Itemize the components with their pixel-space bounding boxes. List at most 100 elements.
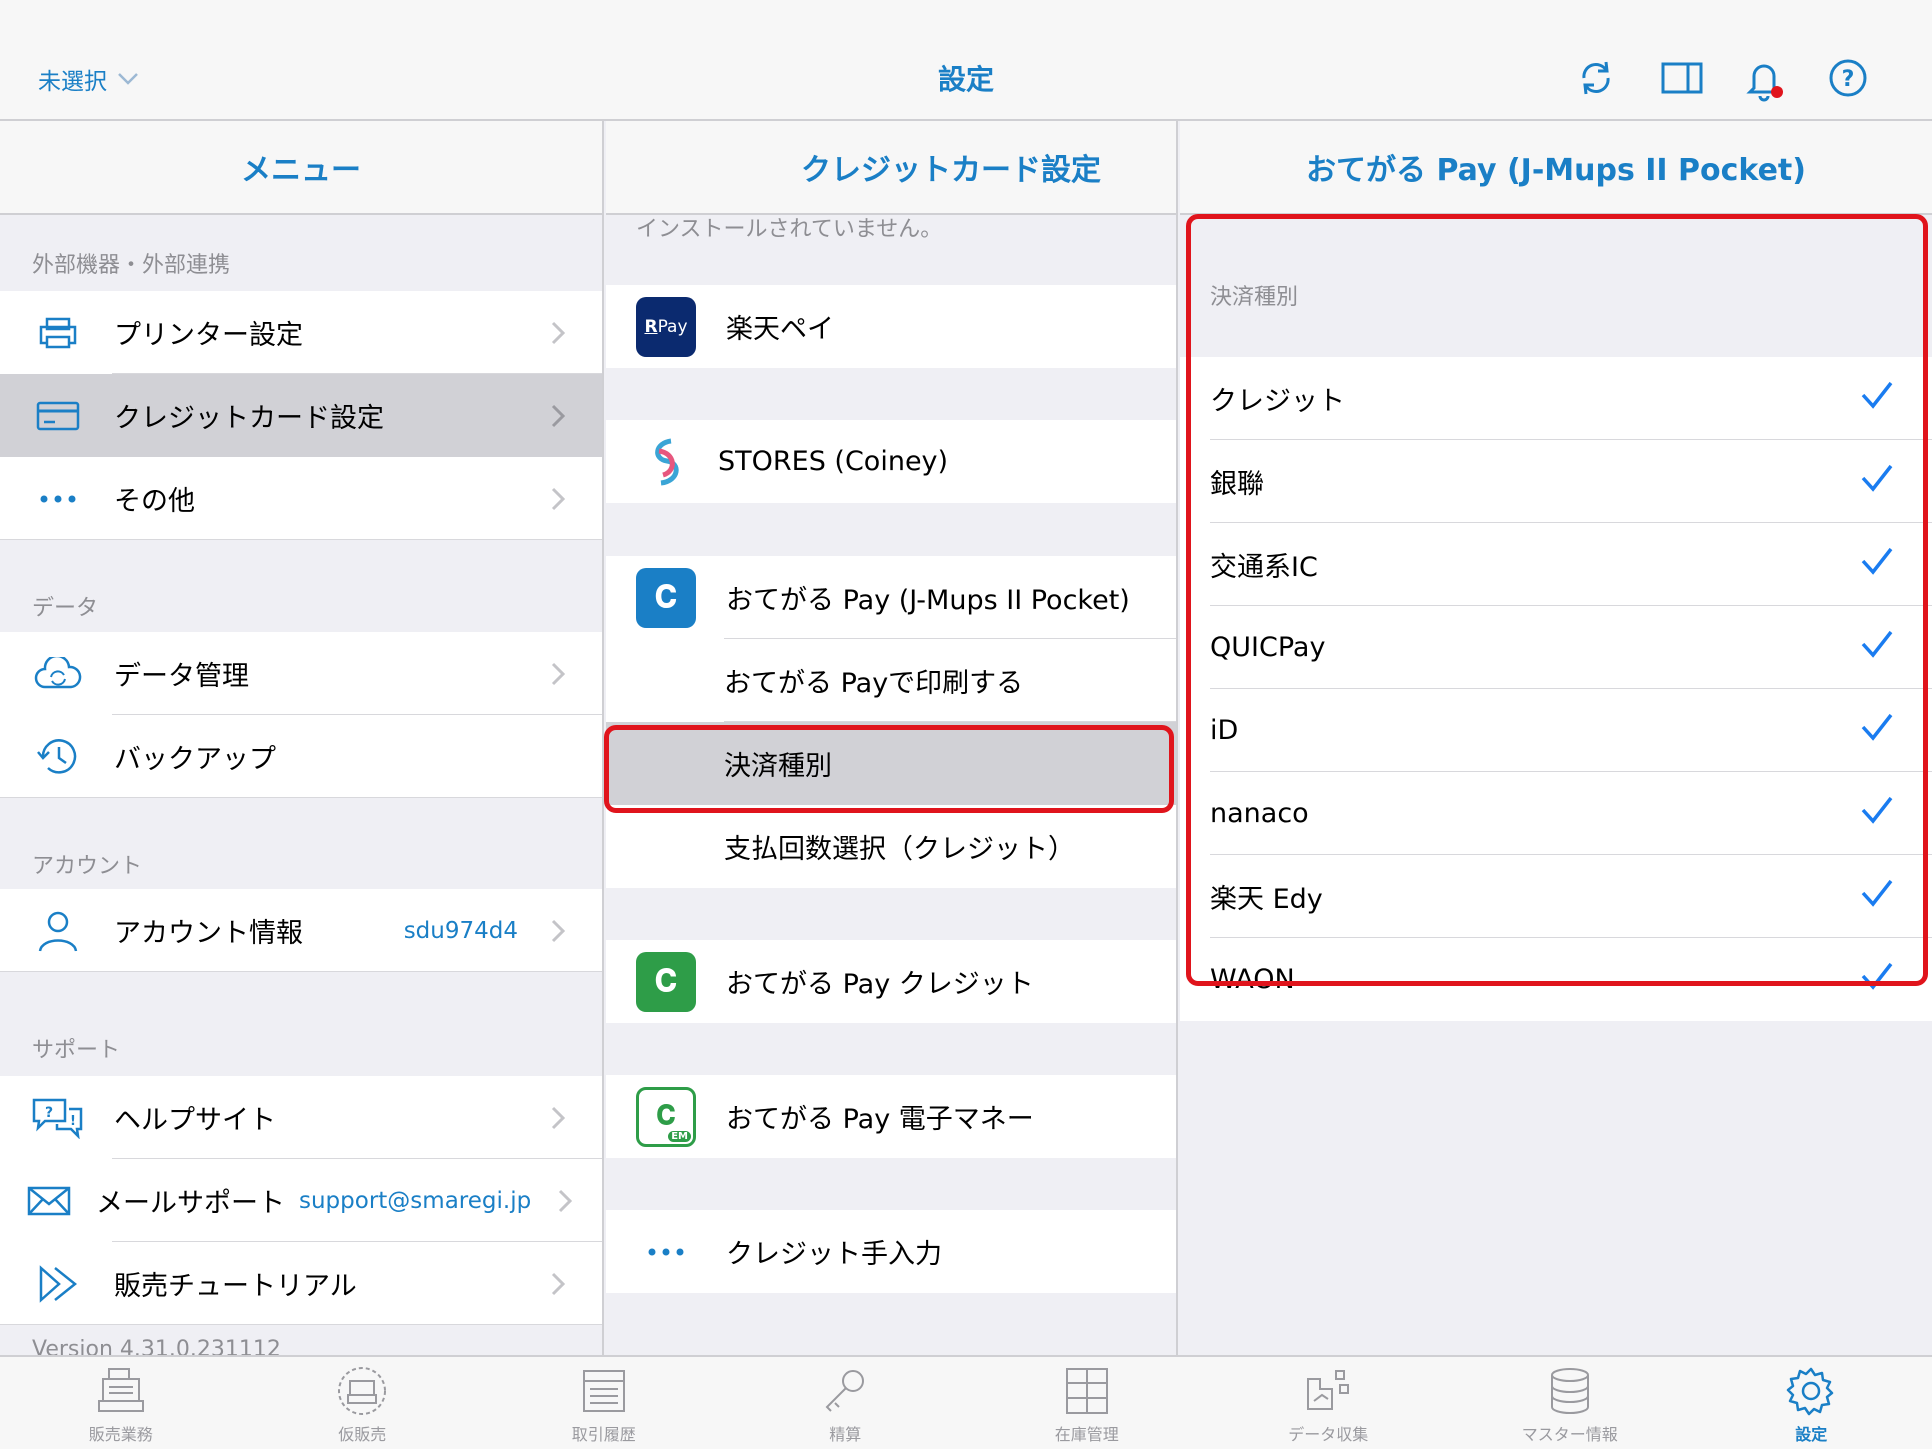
menu-item-other[interactable]: その他 [0, 457, 602, 540]
chevron-right-icon [538, 321, 578, 345]
manual-credit-label: クレジット手入力 [726, 1239, 942, 1270]
version-text: Version 4.31.0.231112 [32, 1337, 281, 1355]
tab-temp-sale[interactable]: 仮販売 [242, 1357, 484, 1449]
menu-item-label: 販売チュートリアル [114, 1271, 357, 1302]
cloud-sync-icon [26, 656, 90, 691]
chevron-right-icon [538, 404, 578, 428]
menu-item-mail-support[interactable]: メールサポート support@smaregi.jp [0, 1159, 602, 1242]
tab-inventory[interactable]: 在庫管理 [966, 1357, 1208, 1449]
tab-label: 設定 [1795, 1425, 1828, 1444]
menu-item-label: メールサポート [96, 1188, 285, 1219]
tab-data-collect[interactable]: データ収集 [1208, 1357, 1450, 1449]
printer-icon [26, 315, 90, 351]
rakuten-pay-label: 楽天ペイ [726, 314, 834, 345]
otegaru-print-item[interactable]: おてがる Payで印刷する [606, 639, 1176, 722]
database-icon [1550, 1368, 1589, 1414]
split-view-icon[interactable] [1660, 58, 1703, 98]
chevron-right-icon [538, 1272, 578, 1296]
tab-settings[interactable]: 設定 [1691, 1357, 1932, 1449]
manual-credit-item[interactable]: クレジット手入力 [606, 1210, 1176, 1293]
help-chat-icon: ?! [26, 1097, 90, 1139]
otegaru-emoney-label: おてがる Pay 電子マネー [726, 1104, 1034, 1135]
tab-label: 販売業務 [88, 1425, 153, 1444]
nav-bar: 未選択 設定 ? [0, 0, 1932, 121]
rakuten-pay-item[interactable]: R Pay 楽天ペイ [606, 285, 1176, 368]
tab-label: データ収集 [1288, 1425, 1369, 1444]
section-title: 外部機器・外部連携 [32, 253, 231, 278]
inventory-icon [1065, 1368, 1108, 1414]
history-icon [26, 734, 90, 780]
chevron-right-icon [538, 662, 578, 686]
data-collect-icon [1307, 1370, 1350, 1410]
svg-text:?: ? [45, 1105, 53, 1121]
stores-icon [636, 432, 696, 492]
otegaru-pay-icon: 𝐂 [636, 567, 696, 628]
more-icon [26, 494, 90, 504]
svg-text:?: ? [1842, 67, 1855, 92]
stores-item[interactable]: STORES (Coiney) [606, 420, 1176, 503]
tab-master-info[interactable]: マスター情報 [1449, 1357, 1691, 1449]
installments-label: 支払回数選択（クレジット） [724, 834, 1075, 865]
support-email[interactable]: support@smaregi.jp [299, 1188, 531, 1214]
menu-item-credit-card[interactable]: クレジットカード設定 [0, 374, 602, 457]
menu-item-printer[interactable]: プリンター設定 [0, 291, 602, 374]
tab-sales[interactable]: 販売業務 [0, 1357, 242, 1449]
highlight-box [604, 725, 1174, 813]
refresh-icon[interactable] [1576, 58, 1616, 98]
tab-bar: 販売業務 仮販売 取引履歴 精算 在庫管理 データ収集 マスター情報 設定 [0, 1355, 1932, 1449]
tab-label: 仮販売 [338, 1425, 387, 1444]
chevron-right-icon [538, 1106, 578, 1130]
not-installed-note: インストールされていません。 [636, 217, 943, 242]
menu-item-help-site[interactable]: ?! ヘルプサイト [0, 1076, 602, 1159]
bell-icon[interactable] [1744, 58, 1784, 102]
chevron-right-icon [551, 1189, 578, 1213]
register-icon [97, 1368, 144, 1412]
key-icon [825, 1370, 865, 1412]
account-id: sdu974d4 [403, 917, 518, 944]
installments-item[interactable]: 支払回数選択（クレジット） [606, 805, 1176, 888]
tab-label: 精算 [829, 1425, 862, 1444]
otegaru-credit-item[interactable]: 𝐂 おてがる Pay クレジット [606, 940, 1176, 1023]
credit-settings-header: クレジットカード設定 [606, 121, 1176, 215]
more-icon [636, 1222, 696, 1282]
temp-sale-icon [338, 1367, 387, 1415]
tab-settlement[interactable]: 精算 [725, 1357, 967, 1449]
menu-item-label: バックアップ [114, 744, 276, 775]
person-icon [26, 909, 90, 953]
section-title: アカウント [32, 854, 143, 879]
menu-item-label: ヘルプサイト [114, 1105, 276, 1136]
mail-icon [26, 1185, 72, 1217]
help-icon[interactable]: ? [1828, 58, 1868, 98]
menu-item-label: アカウント情報 [114, 918, 303, 949]
otegaru-emoney-item[interactable]: 𝐂 EM おてがる Pay 電子マネー [606, 1075, 1176, 1158]
menu-item-tutorial[interactable]: 販売チュートリアル [0, 1242, 602, 1325]
otegaru-jmups-item[interactable]: 𝐂 おてがる Pay (J-Mups II Pocket) [606, 556, 1176, 639]
menu-item-data-management[interactable]: データ管理 [0, 632, 602, 715]
highlight-box [1186, 214, 1928, 986]
menu-item-label: データ管理 [114, 661, 249, 692]
gear-icon [1787, 1367, 1834, 1416]
tab-label: 在庫管理 [1054, 1425, 1119, 1444]
menu-item-label: プリンター設定 [114, 320, 303, 351]
chevron-right-icon [538, 487, 578, 511]
tab-label: 取引履歴 [571, 1425, 636, 1444]
credit-card-icon [26, 400, 90, 432]
otegaru-credit-label: おてがる Pay クレジット [726, 969, 1034, 1000]
menu-column: メニュー 外部機器・外部連携 プリンター設定 クレジットカード設定 その他 デー… [0, 121, 604, 1355]
section-title: サポート [32, 1038, 121, 1063]
menu-item-backup[interactable]: バックアップ [0, 715, 602, 798]
menu-header: メニュー [0, 121, 602, 215]
otegaru-print-label: おてがる Payで印刷する [724, 668, 1024, 699]
section-title: データ [32, 596, 99, 621]
rakuten-pay-icon: R Pay [636, 296, 696, 357]
menu-item-account[interactable]: アカウント情報 sdu974d4 [0, 889, 602, 972]
tab-history[interactable]: 取引履歴 [483, 1357, 725, 1449]
chevron-right-icon [538, 919, 578, 943]
menu-item-label: クレジットカード設定 [114, 403, 384, 434]
otegaru-jmups-label: おてがる Pay (J-Mups II Pocket) [726, 585, 1130, 616]
svg-text:!: ! [70, 1114, 76, 1129]
tab-label: マスター情報 [1521, 1425, 1618, 1444]
otegaru-emoney-icon: 𝐂 EM [636, 1086, 696, 1147]
otegaru-credit-icon: 𝐂 [636, 951, 696, 1012]
detail-header: おてがる Pay (J-Mups II Pocket) [1180, 121, 1932, 215]
